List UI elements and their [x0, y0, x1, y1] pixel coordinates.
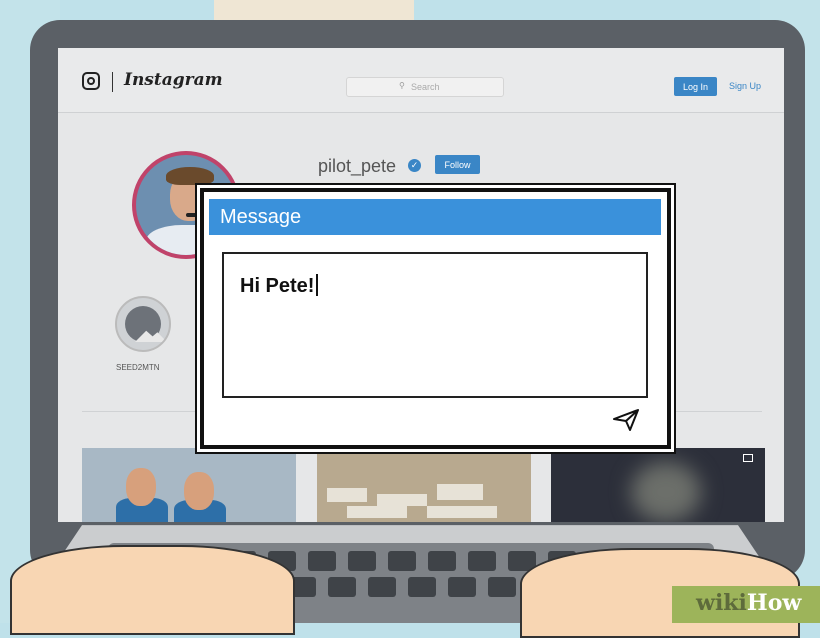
dialog-title: Message	[220, 206, 302, 228]
key[interactable]	[428, 551, 456, 571]
mountain-icon	[135, 330, 167, 342]
search-placeholder: Search	[411, 82, 440, 92]
text-cursor	[316, 274, 319, 296]
login-button[interactable]: Log In	[674, 77, 717, 96]
post-thumbnail[interactable]	[317, 448, 531, 522]
multi-photo-icon	[743, 454, 753, 462]
search-icon: ⚲	[399, 81, 405, 90]
message-text: Hi Pete!	[240, 275, 315, 297]
follow-button[interactable]: Follow	[435, 155, 480, 174]
key[interactable]	[368, 577, 396, 597]
send-icon[interactable]	[612, 408, 640, 432]
search-input[interactable]: ⚲ Search	[346, 77, 504, 97]
building	[427, 506, 497, 518]
highlight-image	[125, 306, 167, 342]
instagram-wordmark[interactable]: Instagram	[124, 70, 223, 90]
avatar-hair	[166, 167, 214, 185]
person-face	[184, 472, 214, 510]
wikihow-watermark: wikiHow	[672, 586, 820, 623]
watermark-text: wikiHow	[696, 590, 801, 616]
person-face	[126, 468, 156, 506]
signup-link[interactable]: Sign Up	[729, 81, 761, 91]
watermark-suffix: How	[746, 590, 802, 616]
building	[377, 494, 427, 506]
logo-divider	[112, 72, 113, 92]
building	[327, 488, 367, 502]
left-hand	[10, 545, 295, 635]
profile-username: pilot_pete	[318, 156, 397, 176]
post-thumbnail[interactable]	[551, 448, 765, 522]
message-dialog: Message Hi Pete!	[200, 188, 671, 449]
post-thumbnail[interactable]	[82, 448, 296, 522]
key[interactable]	[348, 551, 376, 571]
key[interactable]	[308, 551, 336, 571]
message-input[interactable]: Hi Pete!	[222, 252, 648, 398]
story-highlight-label: SEED2MTN	[116, 363, 160, 372]
instagram-header: Instagram ⚲ Search Log In Sign Up	[58, 48, 784, 113]
instagram-logo-icon[interactable]	[82, 72, 100, 90]
building	[347, 506, 407, 518]
key[interactable]	[488, 577, 516, 597]
watermark-prefix: wiki	[696, 590, 747, 616]
key[interactable]	[388, 551, 416, 571]
verified-badge-icon: ✓	[408, 159, 421, 172]
key[interactable]	[408, 577, 436, 597]
message-input-value: Hi Pete!	[240, 274, 319, 298]
dialog-titlebar: Message	[209, 199, 661, 235]
key[interactable]	[468, 551, 496, 571]
key[interactable]	[448, 577, 476, 597]
key[interactable]	[328, 577, 356, 597]
story-highlight[interactable]	[115, 296, 171, 352]
building	[437, 484, 483, 500]
blurred-figure	[631, 462, 701, 522]
